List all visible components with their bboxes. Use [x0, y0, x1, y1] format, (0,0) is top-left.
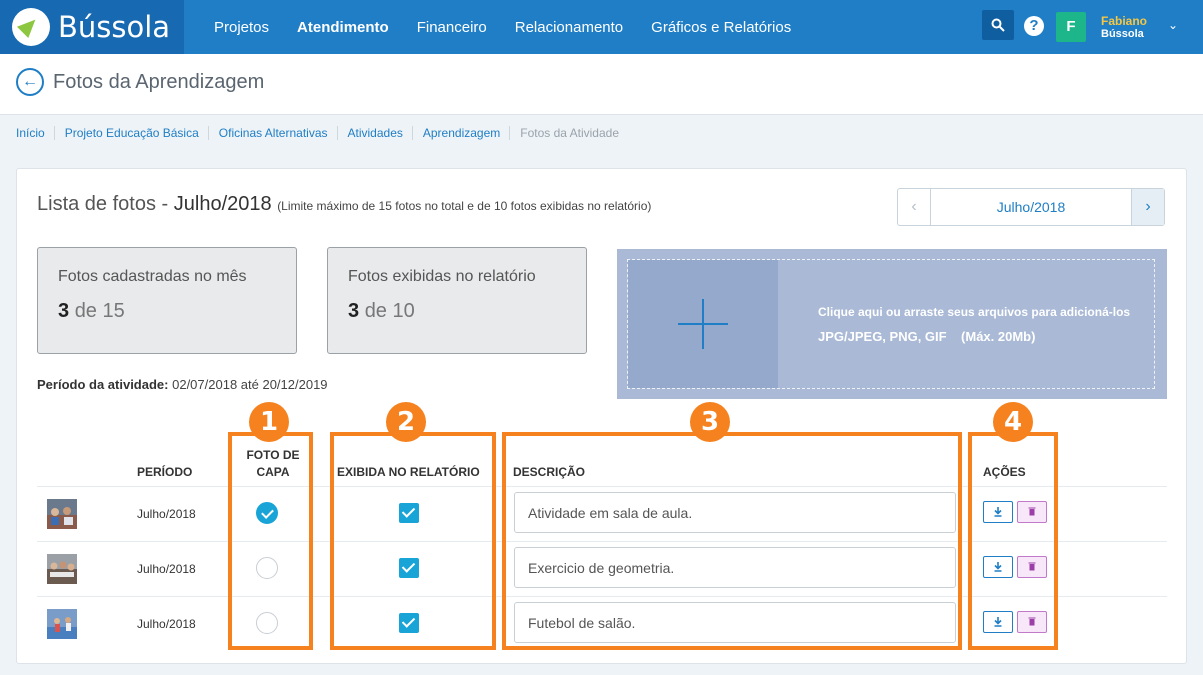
- user-org[interactable]: Bússola: [1101, 28, 1144, 40]
- breadcrumb-item[interactable]: Aprendizagem: [423, 126, 511, 140]
- photo-thumbnail[interactable]: [47, 499, 77, 529]
- stat-value: 3 de 15: [58, 300, 276, 323]
- photo-thumbnail[interactable]: [47, 554, 77, 584]
- annotation-number: 2: [386, 402, 426, 442]
- upload-instructions: Clique aqui ou arraste seus arquivos par…: [818, 305, 1131, 319]
- top-bar: Bússola Projetos Atendimento Financeiro …: [0, 0, 1203, 54]
- page-title: Fotos da Aprendizagem: [53, 71, 265, 93]
- upload-formats: JPG/JPEG, PNG, GIF (Máx. 20Mb): [818, 329, 1036, 344]
- stat-count: 3: [348, 300, 360, 322]
- col-header-period: PERÍODO: [137, 465, 193, 479]
- breadcrumb-item[interactable]: Projeto Educação Básica: [65, 126, 209, 140]
- period-label: Período da atividade:: [37, 377, 169, 392]
- month-selector: ‹ Julho/2018 ›: [897, 188, 1165, 226]
- breadcrumb-current: Fotos da Atividade: [520, 126, 619, 140]
- stat-of: de: [364, 300, 387, 322]
- breadcrumb-item[interactable]: Início: [16, 126, 55, 140]
- plus-icon[interactable]: [628, 260, 778, 388]
- search-icon: [991, 18, 1005, 32]
- row-period: Julho/2018: [137, 507, 196, 521]
- annotation-number: 3: [690, 402, 730, 442]
- page-header: ← Fotos da Aprendizagem: [0, 54, 1203, 115]
- nav-financeiro[interactable]: Financeiro: [417, 19, 487, 36]
- annotation-box-cover: [228, 432, 313, 650]
- user-name[interactable]: Fabiano: [1101, 14, 1147, 28]
- stat-value: 3 de 10: [348, 300, 566, 323]
- back-arrow-icon[interactable]: ←: [16, 68, 44, 96]
- stat-of: de: [74, 300, 97, 322]
- list-title-month: Julho/2018: [173, 193, 272, 215]
- nav-atendimento[interactable]: Atendimento: [297, 19, 389, 36]
- annotation-box-description: [502, 432, 962, 650]
- activity-period: Período da atividade: 02/07/2018 até 20/…: [37, 377, 328, 392]
- stat-total: 15: [102, 300, 125, 322]
- month-value[interactable]: Julho/2018: [931, 189, 1131, 225]
- avatar[interactable]: F: [1056, 12, 1086, 42]
- chevron-down-icon[interactable]: ⌄: [1168, 18, 1178, 32]
- stat-label: Fotos cadastradas no mês: [58, 268, 247, 285]
- stat-count: 3: [58, 300, 70, 322]
- main-nav: Projetos Atendimento Financeiro Relacion…: [200, 0, 805, 54]
- breadcrumb-item[interactable]: Atividades: [348, 126, 413, 140]
- help-icon[interactable]: ?: [1024, 16, 1044, 36]
- nav-graficos-relatorios[interactable]: Gráficos e Relatórios: [651, 19, 791, 36]
- photo-thumbnail[interactable]: [47, 609, 77, 639]
- row-period: Julho/2018: [137, 617, 196, 631]
- annotation-box-actions: [968, 432, 1058, 650]
- nav-relacionamento[interactable]: Relacionamento: [515, 19, 623, 36]
- list-title-prefix: Lista de fotos -: [37, 193, 174, 215]
- list-title: Lista de fotos - Julho/2018 (Limite máxi…: [37, 193, 651, 216]
- limit-note: (Limite máximo de 15 fotos no total e de…: [277, 199, 652, 213]
- search-button[interactable]: [982, 10, 1014, 40]
- annotation-number: 4: [993, 402, 1033, 442]
- stat-registered: Fotos cadastradas no mês 3 de 15: [37, 247, 297, 354]
- compass-logo-icon: [12, 8, 50, 46]
- brand[interactable]: Bússola: [0, 0, 184, 54]
- period-value: 02/07/2018 até 20/12/2019: [172, 377, 328, 392]
- breadcrumb-item[interactable]: Oficinas Alternativas: [219, 126, 338, 140]
- annotation-box-report: [330, 432, 496, 650]
- row-period: Julho/2018: [137, 562, 196, 576]
- chevron-left-icon[interactable]: ‹: [898, 189, 931, 225]
- stat-label: Fotos exibidas no relatório: [348, 268, 536, 285]
- upload-dropzone[interactable]: Clique aqui ou arraste seus arquivos par…: [617, 249, 1167, 399]
- chevron-right-icon[interactable]: ›: [1131, 189, 1164, 225]
- stat-total: 10: [392, 300, 415, 322]
- nav-projetos[interactable]: Projetos: [214, 19, 269, 36]
- annotation-number: 1: [249, 402, 289, 442]
- stat-in-report: Fotos exibidas no relatório 3 de 10: [327, 247, 587, 354]
- brand-name: Bússola: [58, 10, 171, 44]
- breadcrumb: Início Projeto Educação Básica Oficinas …: [16, 126, 638, 140]
